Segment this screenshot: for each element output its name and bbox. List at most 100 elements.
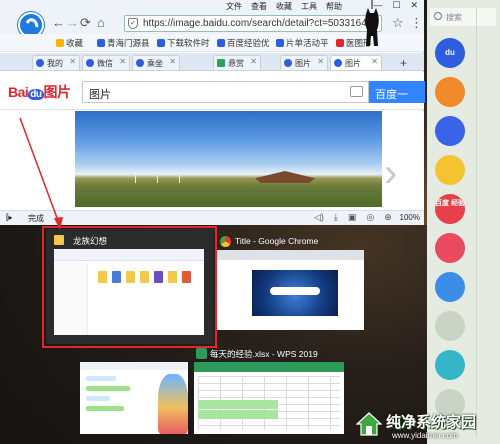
paw-icon <box>136 59 144 67</box>
search-query: 图片 <box>89 89 111 101</box>
baidu-image-logo[interactable]: Bai du 图片 <box>8 82 71 102</box>
close-button[interactable]: ✕ <box>410 0 418 11</box>
zoom-icon[interactable]: ⊕ <box>384 212 392 223</box>
briefcase-app-icon[interactable] <box>435 77 465 107</box>
sheet-icon <box>217 59 225 67</box>
watermark-title: 纯净系统家园 <box>386 414 477 431</box>
address-bar[interactable]: ✓ https://image.baidu.com/search/detail?… <box>124 15 382 32</box>
lightbulb-app-icon[interactable] <box>435 155 465 185</box>
bookmark-item[interactable]: 百度经验优 <box>217 37 270 49</box>
sidebar-search[interactable]: 搜索 <box>430 8 496 26</box>
star-icon <box>56 39 64 47</box>
highlighted-row <box>198 410 278 419</box>
wps-toolbar <box>194 362 344 372</box>
back-button[interactable]: ← <box>52 15 65 30</box>
menu-help[interactable]: 帮助 <box>326 1 342 12</box>
handshake-app-icon[interactable] <box>435 272 465 302</box>
tab-close-icon[interactable]: ✕ <box>250 57 257 66</box>
chrome-toolbar <box>216 250 364 260</box>
next-image-icon[interactable]: › <box>384 153 397 193</box>
windmill-shape <box>135 173 136 183</box>
browser-window: 文件 查看 收藏 工具 帮助 — ☐ ✕ ← → ⟳ ⌂ ✓ https://i… <box>0 0 425 225</box>
user-app-icon[interactable] <box>435 350 465 380</box>
cat-ornament-icon <box>365 0 379 46</box>
search-button[interactable]: 百度一 <box>369 81 425 103</box>
bookmark-item[interactable]: 片单活动平 <box>276 37 329 49</box>
chat-bubble <box>86 396 110 401</box>
settings-icon[interactable]: ◎ <box>366 212 374 223</box>
chrome-app-icon <box>220 236 231 247</box>
tab-item[interactable]: 悬赏 ✕ <box>213 55 261 70</box>
favorite-star-icon[interactable]: ☆ <box>392 15 404 31</box>
url-text[interactable]: https://image.baidu.com/search/detail?ct… <box>143 18 372 29</box>
paw-icon <box>334 59 342 67</box>
lock-icon[interactable]: ▣ <box>348 212 357 223</box>
chat-bubble <box>86 386 130 391</box>
maximize-button[interactable]: ☐ <box>392 0 400 11</box>
new-tab-button[interactable]: + <box>400 56 407 70</box>
menu-tools[interactable]: 工具 <box>301 1 317 12</box>
menu-file[interactable]: 文件 <box>226 1 242 12</box>
zoom-level[interactable]: 100% <box>400 213 420 222</box>
task-thumbnail-wps[interactable] <box>194 362 344 434</box>
highlighted-row <box>198 400 278 409</box>
paw-icon <box>36 59 44 67</box>
sidebar-divider <box>476 8 477 438</box>
paw-icon <box>86 59 94 67</box>
paw-icon <box>284 59 292 67</box>
windmill-shape <box>179 173 180 183</box>
download-icon[interactable]: ⤓ <box>334 212 338 223</box>
bookmark-favorites[interactable]: 收藏 <box>56 37 83 49</box>
watermark: 纯净系统家园 www.yidaimei.com <box>352 405 500 444</box>
heart-app-icon[interactable] <box>435 233 465 263</box>
thumbnail-title: 每天的经验.xlsx - WPS 2019 <box>210 349 318 359</box>
pavilion-shape <box>255 171 315 183</box>
baidu-jingyan-app-icon[interactable]: 百度 经验 <box>435 194 465 224</box>
image-icon <box>336 39 344 47</box>
more-menu-icon[interactable]: ⋮ <box>410 15 423 31</box>
tab-item[interactable]: 微信 ✕ <box>82 55 130 70</box>
bookmark-item[interactable]: 青海门源县 <box>97 37 150 49</box>
bookmark-item[interactable]: 下载软件时 <box>157 37 210 49</box>
tab-close-icon[interactable]: ✕ <box>169 57 176 66</box>
tab-close-icon[interactable]: ✕ <box>317 57 324 66</box>
task-thumbnail-chrome[interactable] <box>216 250 364 330</box>
volume-icon[interactable]: ◁) <box>314 212 324 223</box>
blank-app-icon[interactable] <box>435 311 465 341</box>
menu-view[interactable]: 查看 <box>251 1 267 12</box>
tab-item[interactable]: 乘坐 ✕ <box>132 55 180 70</box>
sidebar-toggle-icon[interactable]: ⫿▸ <box>6 213 13 223</box>
paw-app-icon[interactable] <box>435 116 465 146</box>
cartoon-avatar <box>158 374 188 434</box>
task-thumbnail-chat[interactable] <box>80 362 188 434</box>
security-shield-icon: ✓ <box>128 18 138 29</box>
tab-strip: 我的 ✕ 微信 ✕ 乘坐 ✕ 悬赏 ✕ 图片 ✕ 图片 ✕ + <box>0 53 424 71</box>
chat-toolbar <box>80 362 188 370</box>
camera-icon[interactable] <box>350 86 363 97</box>
landscape-photo[interactable] <box>75 111 382 207</box>
forward-button[interactable]: → <box>66 15 79 30</box>
paw-icon <box>97 39 105 47</box>
highlight-box <box>42 226 217 348</box>
chat-bubble <box>86 376 116 381</box>
thumbnail-title: Title - Google Chrome <box>235 236 319 246</box>
navigation-bar: ← → ⟳ ⌂ ✓ https://image.baidu.com/search… <box>0 12 424 38</box>
chat-bubble <box>86 406 124 411</box>
baidu-app-icon[interactable]: du <box>435 38 465 68</box>
home-button[interactable]: ⌂ <box>97 15 105 30</box>
tab-close-icon[interactable]: ✕ <box>371 57 378 66</box>
wps-app-icon <box>196 348 207 359</box>
windmill-shape <box>157 173 158 183</box>
tab-close-icon[interactable]: ✕ <box>119 57 126 66</box>
paw-icon <box>157 39 165 47</box>
search-input[interactable]: 图片 <box>82 81 369 103</box>
refresh-button[interactable]: ⟳ <box>80 15 91 31</box>
tab-close-icon[interactable]: ✕ <box>69 57 76 66</box>
right-sidebar: 搜索 du 百度 经验 <box>427 0 500 444</box>
menu-favorites[interactable]: 收藏 <box>276 1 292 12</box>
tab-item[interactable]: 我的 ✕ <box>32 55 80 70</box>
bookmarks-bar: 收藏 青海门源县 下载软件时 百度经验优 片单活动平 医图形 <box>0 34 424 52</box>
tab-item-active[interactable]: 图片 ✕ <box>330 55 382 70</box>
tab-item[interactable]: 图片 ✕ <box>280 55 328 70</box>
menu-bar: 文件 查看 收藏 工具 帮助 — ☐ ✕ <box>0 0 424 12</box>
